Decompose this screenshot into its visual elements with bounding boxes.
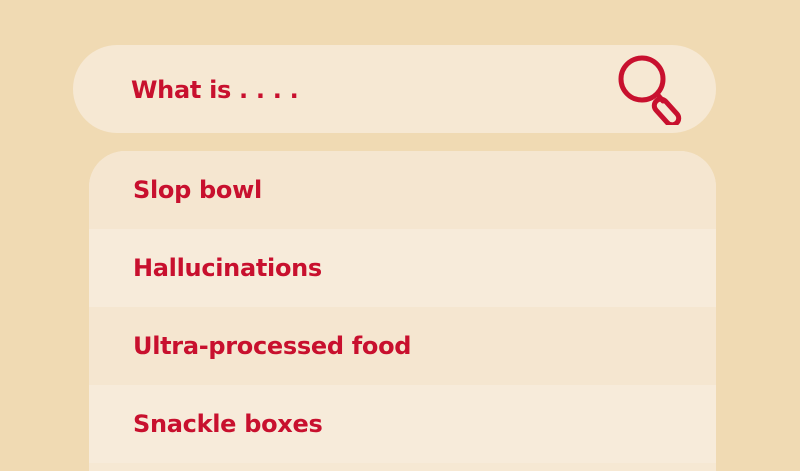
suggestion-label: Hallucinations — [133, 254, 322, 282]
suggestion-item[interactable]: Hallucinations — [89, 229, 716, 307]
suggestion-item[interactable]: Ultra-processed food — [89, 307, 716, 385]
search-bar[interactable]: What is . . . . — [73, 45, 716, 133]
suggestion-label: Snackle boxes — [133, 410, 323, 438]
magnifier-icon[interactable] — [616, 55, 686, 128]
suggestions-list: Slop bowl Hallucinations Ultra-processed… — [89, 151, 716, 471]
suggestion-label: Slop bowl — [133, 176, 262, 204]
suggestion-item[interactable]: Slop bowl — [89, 151, 716, 229]
suggestion-label: Ultra-processed food — [133, 332, 412, 360]
search-query-text[interactable]: What is . . . . — [131, 73, 299, 107]
suggestion-item[interactable]: Snackle boxes — [89, 385, 716, 463]
